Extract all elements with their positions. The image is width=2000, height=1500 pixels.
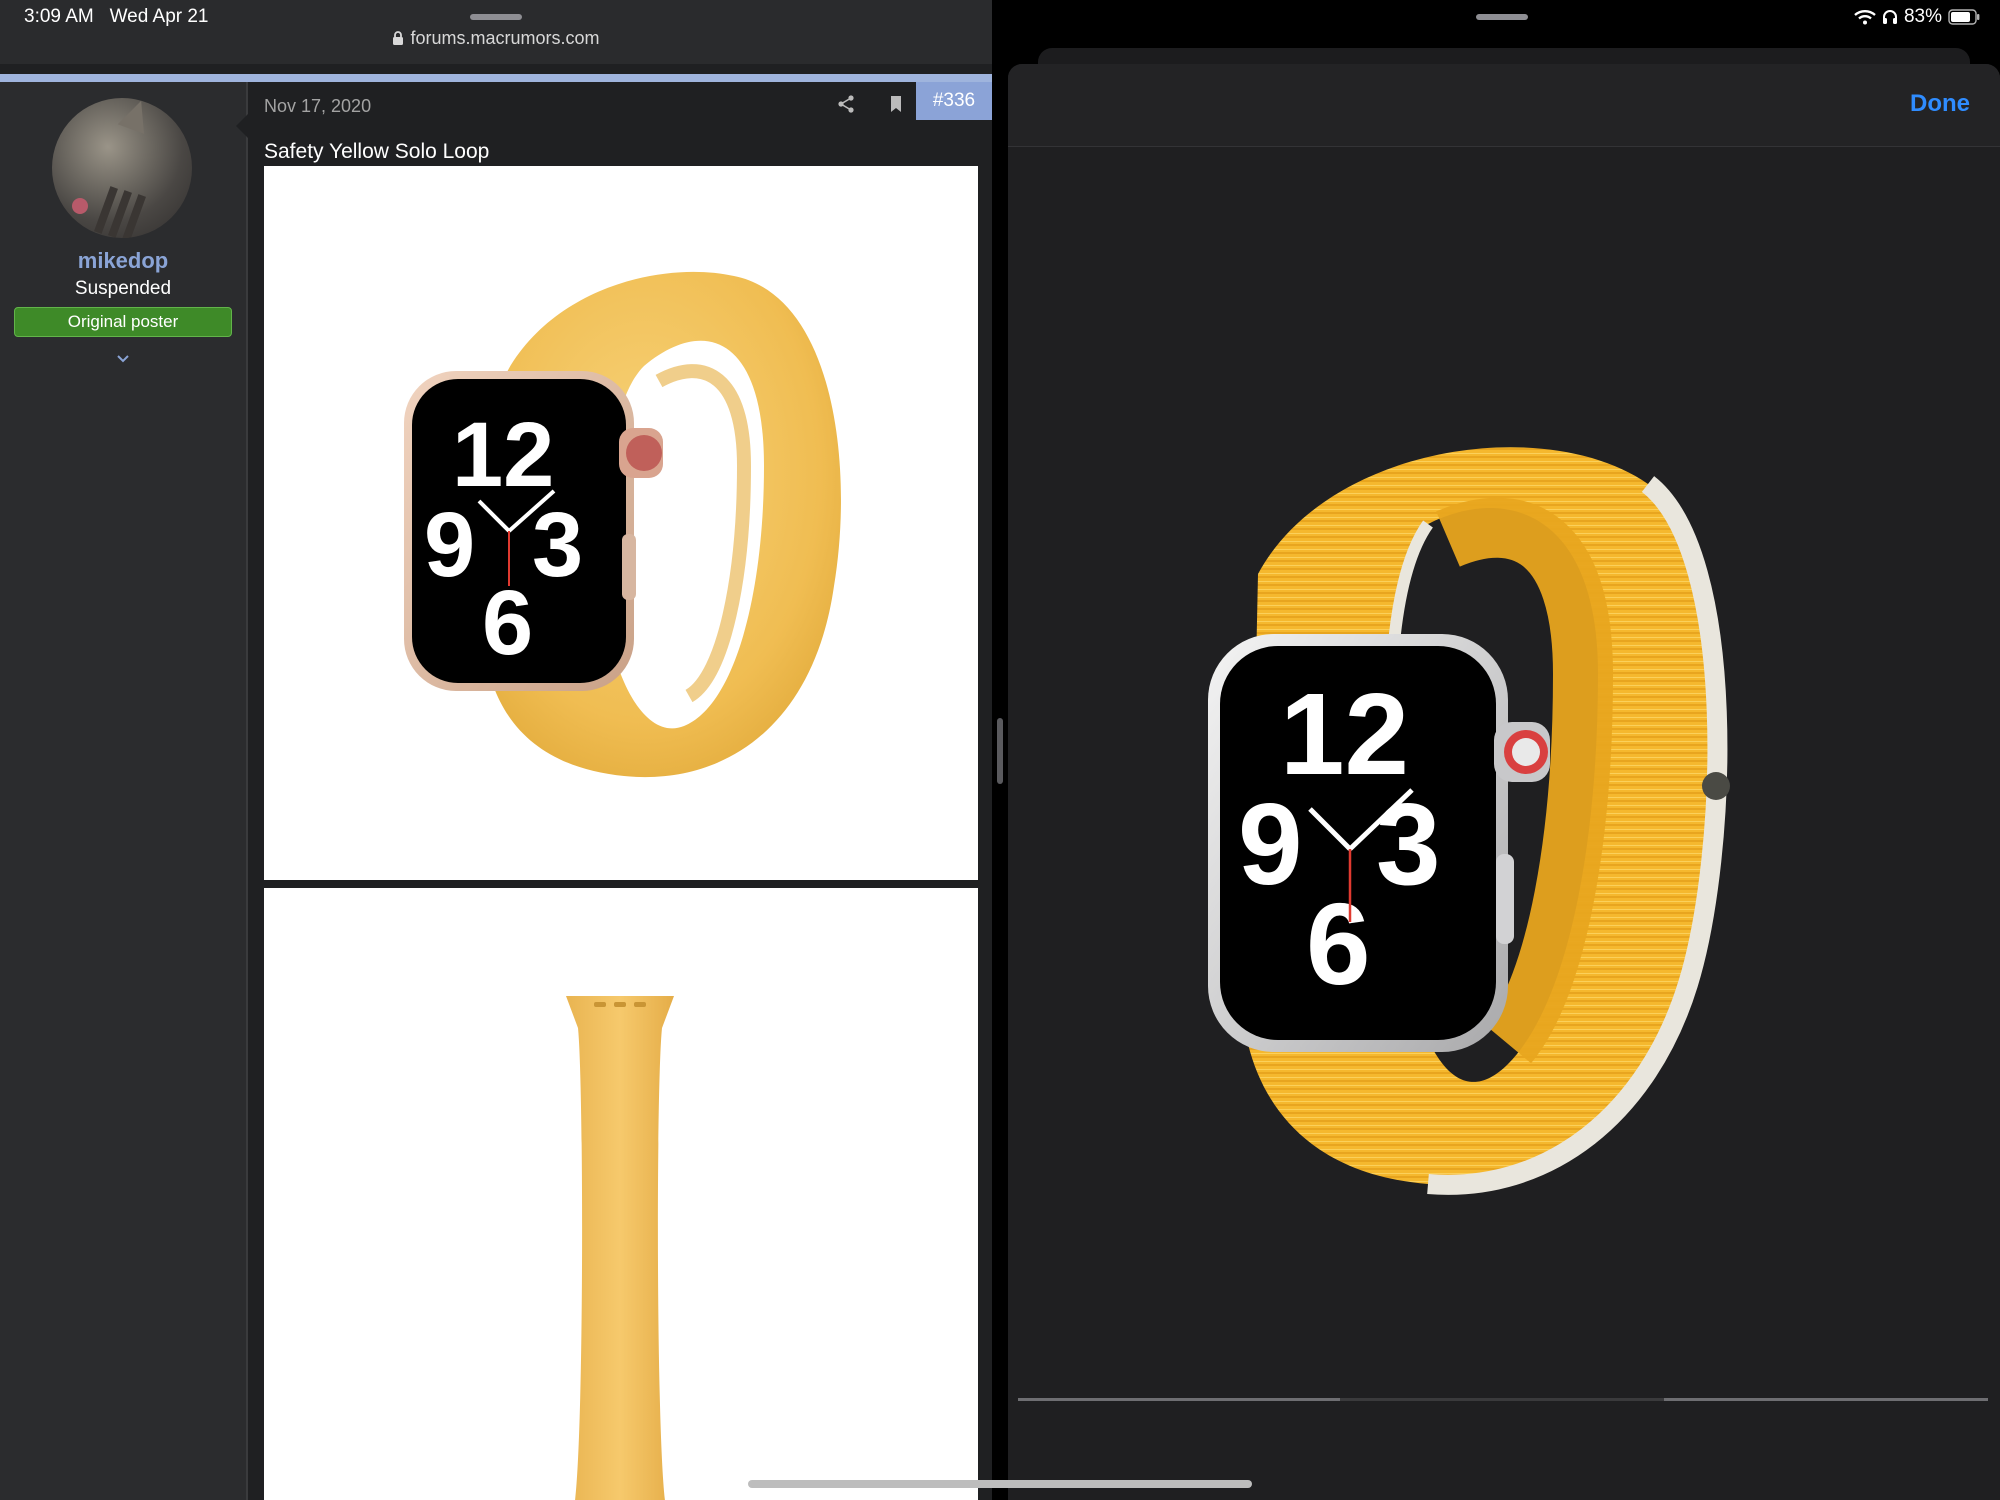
- sheet-header: Done: [1008, 64, 2000, 147]
- image-viewer-sheet: Done 12 9 3 6: [1008, 64, 2000, 1500]
- split-view-handle[interactable]: [997, 718, 1003, 784]
- lock-icon: [393, 31, 404, 45]
- headphones-icon: [1882, 10, 1897, 24]
- solo-loop-band-image[interactable]: [264, 888, 978, 1500]
- status-date-text: Wed Apr 21: [109, 6, 209, 27]
- avatar[interactable]: [52, 98, 192, 238]
- multitask-grabber-right[interactable]: [1476, 14, 1528, 20]
- user-title: Suspended: [74, 278, 172, 299]
- browser-top-bar: 3:09 AM Wed Apr 21 forums.macrumors.com: [0, 0, 992, 64]
- battery-percent: 83%: [1903, 6, 1942, 27]
- watch-number-9: 9: [424, 494, 475, 596]
- watch-number-6: 6: [482, 572, 533, 674]
- address-bar[interactable]: forums.macrumors.com: [0, 28, 992, 49]
- avatar-cat-ear: [117, 98, 155, 134]
- band-flat-illustration: [566, 996, 674, 1500]
- done-button[interactable]: Done: [1910, 90, 1970, 118]
- status-time: 3:09 AM Wed Apr 21: [24, 6, 209, 28]
- battery-icon: [1948, 9, 1980, 25]
- status-time-text: 3:09 AM: [24, 6, 94, 27]
- share-icon[interactable]: [834, 92, 858, 116]
- post-number-link[interactable]: #336: [916, 82, 992, 120]
- avatar-pink-spot: [72, 198, 88, 214]
- post-date[interactable]: Nov 17, 2020: [264, 96, 371, 117]
- post-title: Safety Yellow Solo Loop: [264, 140, 490, 163]
- sport-loop-watch-image[interactable]: 12 9 3 6: [1128, 424, 1828, 1214]
- wifi-icon: [1854, 10, 1876, 25]
- watch-solo-loop-illustration: 12 9 3 6: [404, 271, 841, 778]
- post-pointer-arrow: [236, 114, 248, 138]
- post-author-column: mikedop Suspended Original poster: [0, 82, 248, 1500]
- image-viewer-pane: 83% Done 12 9 3 6: [1008, 0, 2000, 1500]
- page-progress-bar: [0, 74, 992, 82]
- solo-loop-watch-image[interactable]: 12 9 3 6: [264, 166, 978, 880]
- url-text: forums.macrumors.com: [410, 28, 600, 48]
- watch-number-9: 9: [1238, 779, 1303, 909]
- watch-number-6: 6: [1306, 879, 1371, 1009]
- bookmark-icon[interactable]: [884, 92, 908, 116]
- split-view-divider[interactable]: [992, 0, 1008, 1500]
- page-indicator-segment: [1664, 1398, 1988, 1401]
- watch-number-3: 3: [1376, 779, 1441, 909]
- username-link[interactable]: mikedop: [0, 248, 246, 274]
- original-poster-badge: Original poster: [14, 307, 232, 337]
- watch-sport-loop-illustration: 12 9 3 6: [1208, 447, 1730, 1195]
- chevron-down-icon[interactable]: [113, 352, 133, 366]
- home-indicator[interactable]: [748, 1480, 1252, 1488]
- multitask-grabber[interactable]: [470, 14, 522, 20]
- watch-number-3: 3: [532, 494, 583, 596]
- watch-number-12: 12: [452, 404, 554, 506]
- safari-pane: 3:09 AM Wed Apr 21 forums.macrumors.com …: [0, 0, 992, 1500]
- post-content: Nov 17, 2020 #336 Safety Yellow Solo Loo…: [248, 82, 992, 1500]
- image-page-indicator[interactable]: [1018, 1398, 1988, 1401]
- toolbar-edge: [0, 64, 992, 74]
- status-indicators: 83%: [1854, 6, 1980, 28]
- page-indicator-segment: [1018, 1398, 1340, 1401]
